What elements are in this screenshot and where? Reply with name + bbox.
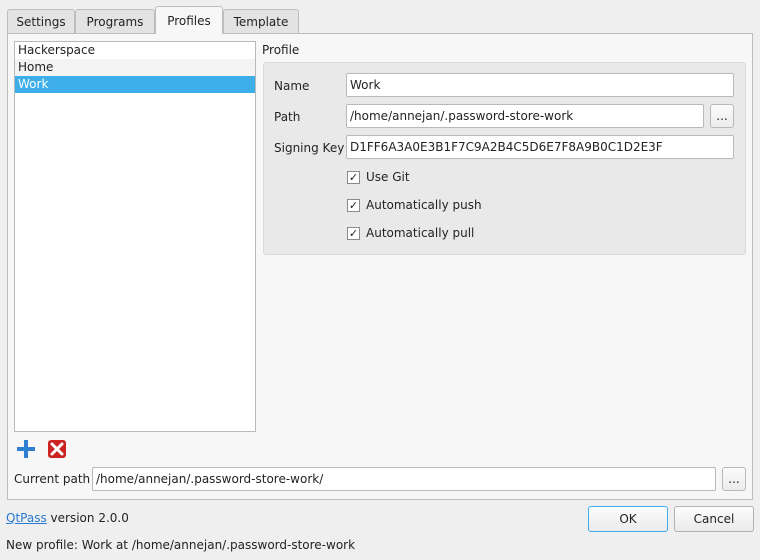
auto-push-label: Automatically push (366, 198, 482, 212)
use-git-label: Use Git (366, 170, 410, 184)
current-path-browse-label: ... (728, 472, 740, 486)
auto-pull-checkbox[interactable]: ✓ (347, 226, 360, 240)
tab-programs-label: Programs (86, 14, 144, 29)
profile-list[interactable]: Hackerspace Home Work (14, 41, 256, 432)
current-path-label: Current path (14, 472, 91, 486)
name-field[interactable]: Work (346, 73, 734, 97)
tab-profiles-label: Profiles (167, 13, 211, 28)
path-label: Path (274, 110, 301, 124)
current-path-field[interactable]: /home/annejan/.password-store-work/ (92, 467, 716, 491)
auto-pull-checkbox-row[interactable]: ✓ Automatically pull (347, 226, 474, 240)
tab-profiles[interactable]: Profiles (155, 6, 223, 34)
profile-group-title: Profile (262, 43, 300, 57)
use-git-checkbox-row[interactable]: ✓ Use Git (347, 170, 410, 184)
auto-pull-label: Automatically pull (366, 226, 475, 240)
use-git-checkbox[interactable]: ✓ (347, 170, 360, 184)
path-field[interactable]: /home/annejan/.password-store-work (346, 104, 704, 128)
tab-programs[interactable]: Programs (75, 9, 155, 33)
auto-push-checkbox-row[interactable]: ✓ Automatically push (347, 198, 482, 212)
add-profile-button[interactable] (14, 437, 38, 461)
plus-icon (17, 440, 35, 458)
qtpass-link[interactable]: QtPass (6, 511, 47, 525)
tab-settings[interactable]: Settings (7, 9, 75, 33)
tab-template[interactable]: Template (223, 9, 299, 33)
name-label: Name (274, 79, 310, 93)
cancel-button[interactable]: Cancel (674, 506, 754, 532)
list-item-home[interactable]: Home (15, 59, 255, 76)
ok-label: OK (619, 512, 637, 526)
red-x-icon (48, 440, 66, 458)
ok-button[interactable]: OK (588, 506, 668, 532)
list-item-hackerspace[interactable]: Hackerspace (15, 42, 255, 59)
tab-settings-label: Settings (16, 14, 66, 29)
version-text: version 2.0.0 (50, 511, 129, 525)
auto-push-checkbox[interactable]: ✓ (347, 198, 360, 212)
list-item-work[interactable]: Work (15, 76, 255, 93)
signing-key-label: Signing Key (274, 141, 345, 155)
version-line: QtPass version 2.0.0 (6, 511, 129, 525)
path-browse-button[interactable]: ... (710, 104, 734, 128)
path-browse-label: ... (716, 109, 728, 123)
cancel-label: Cancel (693, 512, 735, 526)
tab-template-label: Template (233, 14, 289, 29)
delete-profile-button[interactable] (45, 437, 69, 461)
status-bar-text: New profile: Work at /home/annejan/.pass… (6, 538, 356, 552)
current-path-browse-button[interactable]: ... (722, 467, 746, 491)
signing-key-field[interactable]: D1FF6A3A0E3B1F7C9A2B4C5D6E7F8A9B0C1D2E3F (346, 135, 734, 159)
